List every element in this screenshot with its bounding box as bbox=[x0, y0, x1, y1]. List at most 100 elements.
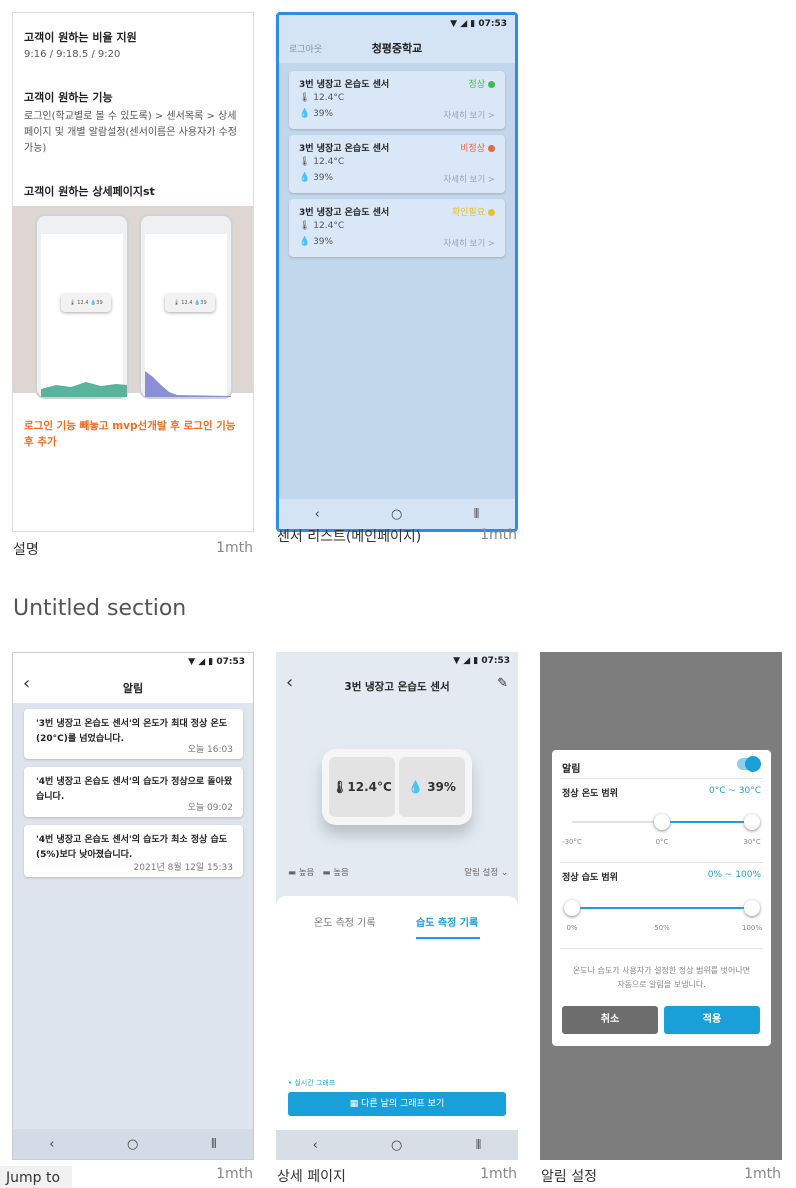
slider-handle[interactable] bbox=[654, 814, 670, 830]
card-age: 1mth bbox=[480, 527, 517, 543]
card-age: 1mth bbox=[480, 1166, 517, 1182]
alarm-label: 알림 bbox=[562, 764, 581, 775]
alerts-card[interactable]: ▼ ◢ ▮ 07:53 ‹ 알림 '3번 냉장고 온습도 센서'의 온도가 최대… bbox=[12, 652, 254, 1160]
detail-link[interactable]: 자세히 보기 > bbox=[443, 109, 495, 121]
edit-icon[interactable]: ✎ bbox=[497, 676, 508, 691]
sensor-name: 3번 냉장고 온습도 센서 bbox=[299, 144, 390, 154]
desc-ratios: 9:16 / 9:18.5 / 9:20 bbox=[24, 49, 121, 60]
cancel-button[interactable]: 취소 bbox=[562, 1006, 658, 1034]
desc-heading-detail: 고객이 원하는 상세페이지st bbox=[24, 185, 155, 198]
detail-reference-image: 🌡 12.4 💧39 🌡 12.4 💧39 bbox=[13, 206, 253, 399]
recents-icon[interactable]: ⦀ bbox=[474, 507, 480, 522]
tab-temperature[interactable]: 온도 측정 기록 bbox=[314, 914, 376, 929]
tick-label: 30°C bbox=[743, 838, 761, 846]
other-day-graph-button[interactable]: ▦ 다른 날의 그래프 보기 bbox=[288, 1092, 506, 1116]
back-icon[interactable]: ‹ bbox=[49, 1137, 54, 1152]
nav-bar: ‹ ○ ⦀ bbox=[13, 1129, 253, 1159]
recents-icon[interactable]: ⦀ bbox=[211, 1137, 217, 1152]
divider bbox=[560, 778, 763, 779]
card-title[interactable]: 설명 bbox=[13, 539, 39, 559]
slider-handle[interactable] bbox=[744, 900, 760, 916]
list-item[interactable]: '3번 냉장고 온습도 센서'의 온도가 최대 정상 온도(20°C)를 넘었습… bbox=[24, 709, 243, 759]
tick-label: 100% bbox=[741, 924, 762, 932]
tab-humidity[interactable]: 습도 측정 기록 bbox=[416, 914, 478, 929]
record-panel: 온도 측정 기록 습도 측정 기록 • 실시간 그래프 ▦ 다른 날의 그래프 … bbox=[276, 896, 518, 1160]
reference-phone: 🌡 12.4 💧39 bbox=[35, 214, 129, 399]
alarm-setting-button[interactable]: 알림 설정 ⌄ bbox=[464, 866, 508, 878]
alarm-hint: 온도나 습도가 사용자가 설정한 정상 범위를 벗어나면 자동으로 알림을 보냅… bbox=[572, 966, 751, 989]
tick-label: -30°C bbox=[562, 838, 582, 846]
school-title: 청평중학교 bbox=[371, 42, 423, 55]
status-badge: 확인필요 bbox=[452, 205, 495, 218]
sensor-list-card[interactable]: ▼ ◢ ▮ 07:53 로그아웃 청평중학교 3번 냉장고 온습도 센서 정상 … bbox=[276, 12, 518, 532]
app-header: ▼ ◢ ▮ 07:53 로그아웃 청평중학교 bbox=[279, 15, 515, 63]
status-bar: ▼ ◢ ▮ 07:53 bbox=[453, 656, 510, 666]
recents-icon[interactable]: ⦀ bbox=[476, 1138, 482, 1153]
list-item[interactable]: '4번 냉장고 온습도 센서'의 습도가 정상으로 돌아왔습니다. 오늘 09:… bbox=[24, 767, 243, 817]
home-icon[interactable]: ○ bbox=[391, 507, 402, 522]
hum-range-label: 정상 습도 범위 bbox=[562, 873, 618, 883]
page-title: 3번 냉장고 온습도 센서 bbox=[344, 681, 450, 693]
tab-indicator bbox=[416, 937, 480, 939]
desc-card[interactable]: 고객이 원하는 비율 지원 9:16 / 9:18.5 / 9:20 고객이 원… bbox=[12, 12, 254, 532]
home-icon[interactable]: ○ bbox=[391, 1138, 402, 1153]
reference-phone: 🌡 12.4 💧39 bbox=[139, 214, 233, 399]
status-bar: ▼ ◢ ▮ 07:53 bbox=[450, 19, 507, 29]
sensor-device: 🌡12.4°C 💧 39% bbox=[322, 749, 472, 825]
humidity-value: 💧 39% bbox=[299, 173, 334, 183]
desc-feature: 로그인(학교별로 볼 수 있도록) > 센서목록 > 상세 페이지 및 개별 알… bbox=[24, 111, 237, 154]
alert-date: 2021년 8월 12일 15:33 bbox=[133, 863, 233, 873]
tick-label: 50% bbox=[654, 924, 670, 932]
humidity-value: 💧 39% bbox=[299, 237, 334, 247]
detail-link[interactable]: 자세히 보기 > bbox=[443, 173, 495, 185]
status-badge: 비정상 bbox=[460, 141, 495, 154]
tick-label: 0°C bbox=[655, 838, 669, 846]
card-title[interactable]: 알림 설정 bbox=[541, 1166, 597, 1186]
card-age: 1mth bbox=[744, 1166, 781, 1182]
nav-bar: ‹ ○ ⦀ bbox=[279, 499, 515, 529]
alert-date: 오늘 09:02 bbox=[187, 803, 233, 813]
detail-link[interactable]: 자세히 보기 > bbox=[443, 237, 495, 249]
temperature-value: 🌡 12.4°C bbox=[299, 221, 345, 231]
alert-message: '4번 냉장고 온습도 센서'의 습도가 최소 정상 습도(5%)보다 낮아졌습… bbox=[36, 835, 228, 860]
hum-range-value: 0% ~ 100% bbox=[707, 870, 761, 880]
app-header: ▼ ◢ ▮ 07:53 ‹ 알림 bbox=[13, 653, 253, 703]
realtime-label: • 실시간 그래프 bbox=[288, 1079, 336, 1087]
nav-bar: ‹ ○ ⦀ bbox=[276, 1130, 518, 1160]
sensor-name: 3번 냉장고 온습도 센서 bbox=[299, 208, 390, 218]
back-icon[interactable]: ‹ bbox=[315, 507, 320, 522]
alarm-toggle[interactable] bbox=[737, 756, 761, 772]
status-bar: ▼ ◢ ▮ 07:53 bbox=[188, 657, 245, 667]
home-icon[interactable]: ○ bbox=[127, 1137, 138, 1152]
temperature-value: 🌡 12.4°C bbox=[299, 93, 345, 103]
list-item[interactable]: '4번 냉장고 온습도 센서'의 습도가 최소 정상 습도(5%)보다 낮아졌습… bbox=[24, 825, 243, 877]
temperature-value: 🌡 12.4°C bbox=[299, 157, 345, 167]
detail-card[interactable]: ▼ ◢ ▮ 07:53 ‹ 3번 냉장고 온습도 센서 ✎ 🌡12.4°C 💧 … bbox=[276, 652, 518, 1160]
tick-label: 0% bbox=[566, 924, 578, 932]
slider-handle[interactable] bbox=[564, 900, 580, 916]
desc-heading-feature: 고객이 원하는 기능 bbox=[24, 91, 113, 104]
card-title[interactable]: 센서 리스트(메인페이지) bbox=[277, 526, 421, 546]
apply-button[interactable]: 적용 bbox=[664, 1006, 760, 1034]
battery-status: ▬ 높음 ▬ 높음 bbox=[288, 868, 349, 878]
sensor-card[interactable]: 3번 냉장고 온습도 센서 정상 🌡 12.4°C 💧 39% 자세히 보기 > bbox=[289, 71, 505, 129]
temp-slider[interactable] bbox=[572, 814, 760, 830]
desc-note: 로그인 기능 빼놓고 mvp선개발 후 로그인 기능 후 추가 bbox=[24, 420, 236, 448]
section-title[interactable]: Untitled section bbox=[13, 596, 186, 621]
humidity-slider[interactable] bbox=[564, 900, 760, 916]
temp-range-label: 정상 온도 범위 bbox=[562, 789, 618, 799]
card-title[interactable]: 상세 페이지 bbox=[277, 1166, 346, 1186]
back-icon[interactable]: ‹ bbox=[313, 1138, 318, 1153]
humidity-value: 💧 39% bbox=[399, 757, 465, 817]
slider-handle[interactable] bbox=[744, 814, 760, 830]
temperature-value: 🌡12.4°C bbox=[329, 757, 395, 817]
jump-to-button[interactable]: Jump to bbox=[0, 1166, 72, 1188]
sensor-card[interactable]: 3번 냉장고 온습도 센서 비정상 🌡 12.4°C 💧 39% 자세히 보기 … bbox=[289, 135, 505, 193]
sensor-card[interactable]: 3번 냉장고 온습도 센서 확인필요 🌡 12.4°C 💧 39% 자세히 보기… bbox=[289, 199, 505, 257]
page-title: 알림 bbox=[122, 682, 144, 695]
alert-date: 오늘 16:03 bbox=[187, 745, 233, 755]
card-age: 1mth bbox=[216, 1166, 253, 1182]
alarm-settings-card[interactable]: 알림 정상 온도 범위 0°C ~ 30°C -30°C 0°C 30°C 정상… bbox=[540, 652, 782, 1160]
alarm-dialog: 알림 정상 온도 범위 0°C ~ 30°C -30°C 0°C 30°C 정상… bbox=[552, 750, 771, 1046]
divider bbox=[560, 948, 763, 949]
